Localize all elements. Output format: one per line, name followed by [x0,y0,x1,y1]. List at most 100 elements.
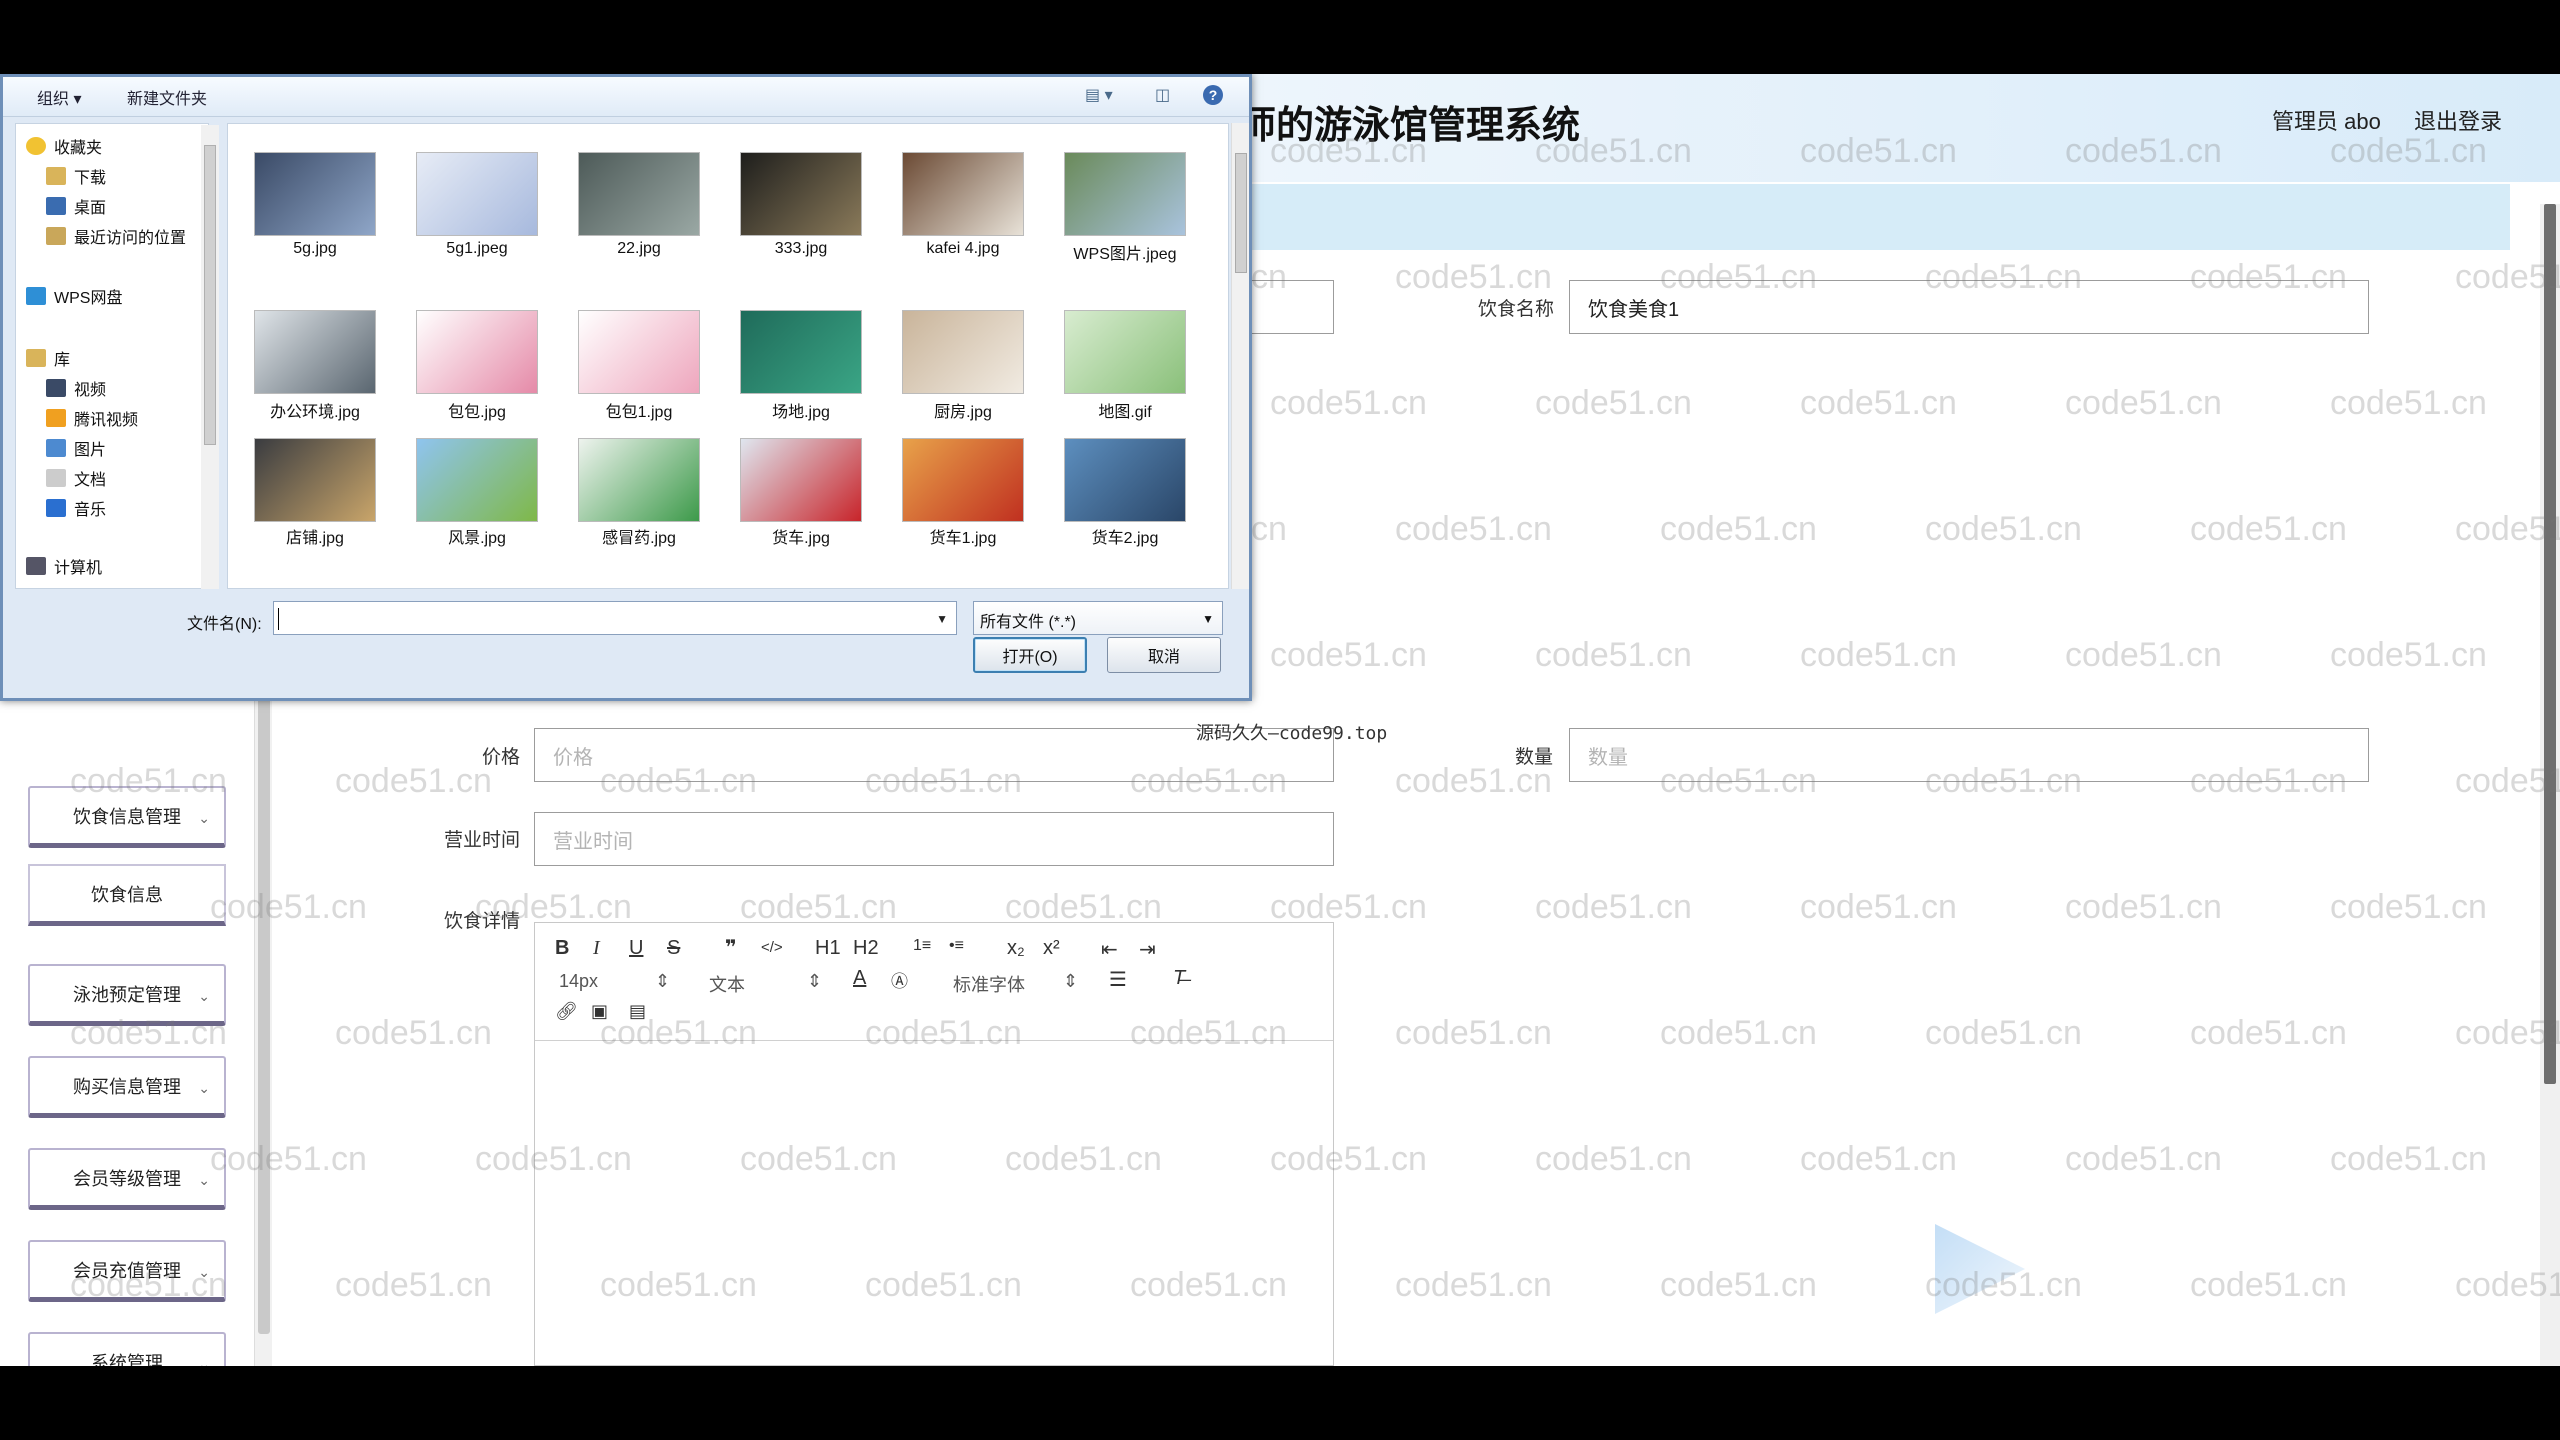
file-name[interactable]: 货车2.jpg [1045,524,1205,548]
outdent-button[interactable]: ⇤ [1101,937,1118,962]
indent-button[interactable]: ⇥ [1139,937,1156,962]
strike-button[interactable]: S [667,937,680,960]
align-icon[interactable]: ☰ [1109,967,1127,992]
filename-input[interactable]: ▼ [273,601,957,635]
file-thumbnail[interactable] [578,310,700,394]
blockquote-button[interactable]: ❞ [725,935,737,960]
font-color-icon[interactable]: A [853,967,866,990]
nav-item[interactable]: 图片 [46,434,106,462]
file-thumbnail[interactable] [902,438,1024,522]
nav-item[interactable]: WPS网盘 [26,282,122,310]
menu-food-info[interactable]: 饮食信息 [28,864,226,926]
file-name[interactable]: WPS图片.jpeg [1045,240,1205,264]
file-thumbnail[interactable] [1064,438,1186,522]
nav-item[interactable]: 视频 [46,374,106,402]
bold-button[interactable]: B [555,937,569,960]
file-thumbnail[interactable] [578,438,700,522]
business-hours-input[interactable]: 营业时间 [534,812,1334,866]
scrollbar-thumb[interactable] [1235,153,1247,273]
file-type-filter[interactable]: 所有文件 (*.*) ▼ [973,601,1223,635]
file-name[interactable]: 厨房.jpg [883,398,1043,422]
block-type-select[interactable]: 文本 [709,971,745,997]
hidden-field-left[interactable] [1240,280,1334,334]
file-name[interactable]: 地图.gif [1045,398,1205,422]
file-thumbnail[interactable] [1064,310,1186,394]
scrollbar-thumb[interactable] [2544,204,2556,1084]
ordered-list-button[interactable]: 1≡ [913,937,931,955]
file-thumbnail[interactable] [416,438,538,522]
file-name[interactable]: kafei 4.jpg [883,240,1043,258]
file-scrollbar[interactable] [1231,123,1249,589]
help-icon[interactable]: ? [1203,85,1223,105]
file-name[interactable]: 货车.jpg [721,524,881,548]
file-thumbnail[interactable] [740,310,862,394]
nav-item[interactable]: 文档 [46,464,106,492]
file-name[interactable]: 333.jpg [721,240,881,258]
italic-button[interactable]: I [593,937,600,960]
link-icon[interactable]: 🔗︎ [555,1001,578,1022]
font-size-select[interactable]: 14px [559,971,598,992]
file-name[interactable]: 场地.jpg [721,398,881,422]
file-thumbnail[interactable] [1064,152,1186,236]
nav-scrollbar[interactable] [201,125,219,589]
menu-member-recharge[interactable]: 会员充值管理 ⌄ [28,1240,226,1302]
cancel-button[interactable]: 取消 [1107,637,1221,673]
clear-format-icon[interactable]: T̶ [1173,967,1185,990]
file-thumbnail[interactable] [740,152,862,236]
nav-item[interactable]: 音乐 [46,494,106,522]
nav-item[interactable]: 腾讯视频 [46,404,138,432]
background-color-icon[interactable]: Ⓐ [891,967,908,992]
nav-item[interactable]: 收藏夹 [26,132,102,160]
nav-item[interactable]: 下载 [46,162,106,190]
logout-link[interactable]: 退出登录 [2414,104,2502,136]
image-icon[interactable]: ▣ [591,1001,608,1022]
file-name[interactable]: 店铺.jpg [235,524,395,548]
h2-button[interactable]: H2 [853,937,879,960]
h1-button[interactable]: H1 [815,937,841,960]
new-folder-button[interactable]: 新建文件夹 [127,85,207,109]
file-name[interactable]: 5g1.jpeg [397,240,557,258]
file-name[interactable]: 风景.jpg [397,524,557,548]
nav-item[interactable]: 计算机 [26,552,102,580]
underline-button[interactable]: U [629,937,643,960]
nav-item[interactable]: 库 [26,344,70,372]
menu-member-level[interactable]: 会员等级管理 ⌄ [28,1148,226,1210]
file-thumbnail[interactable] [254,310,376,394]
scrollbar-thumb[interactable] [204,145,216,445]
menu-food-management[interactable]: 饮食信息管理 ⌄ [28,786,226,848]
file-thumbnail[interactable] [902,152,1024,236]
dropdown-arrow-icon[interactable]: ▼ [936,612,948,626]
file-thumbnail[interactable] [416,152,538,236]
page-scrollbar[interactable] [2540,204,2560,1366]
file-name[interactable]: 感冒药.jpg [559,524,719,548]
scrollbar-thumb[interactable] [258,694,270,1334]
bullet-list-button[interactable]: •≡ [949,937,964,955]
food-name-input[interactable]: 饮食美食1 [1569,280,2369,334]
file-thumbnail[interactable] [416,310,538,394]
menu-system-management[interactable]: 系统管理 ⌄ [28,1332,226,1366]
superscript-button[interactable]: x² [1043,937,1060,960]
file-thumbnail[interactable] [902,310,1024,394]
video-icon[interactable]: ▤ [629,1001,646,1022]
sidebar-scrollbar[interactable] [254,694,272,1366]
file-name[interactable]: 5g.jpg [235,240,395,258]
file-name[interactable]: 22.jpg [559,240,719,258]
file-thumbnail[interactable] [740,438,862,522]
nav-item[interactable]: 桌面 [46,192,106,220]
code-button[interactable]: </> [761,939,783,956]
nav-item[interactable]: 最近访问的位置 [46,222,186,250]
menu-pool-booking[interactable]: 泳池预定管理 ⌄ [28,964,226,1026]
file-name[interactable]: 办公环境.jpg [235,398,395,422]
view-options-icon[interactable]: ▤ ▾ [1085,85,1113,105]
subscript-button[interactable]: x₂ [1007,937,1025,960]
file-name[interactable]: 包包.jpg [397,398,557,422]
file-thumbnail[interactable] [578,152,700,236]
file-name[interactable]: 货车1.jpg [883,524,1043,548]
file-thumbnail[interactable] [254,152,376,236]
quantity-input[interactable]: 数量 [1569,728,2369,782]
preview-pane-icon[interactable]: ◫ [1155,85,1170,105]
menu-purchase-management[interactable]: 购买信息管理 ⌄ [28,1056,226,1118]
file-thumbnail[interactable] [254,438,376,522]
organize-button[interactable]: 组织 ▾ [37,85,81,109]
open-button[interactable]: 打开(O) [973,637,1087,673]
